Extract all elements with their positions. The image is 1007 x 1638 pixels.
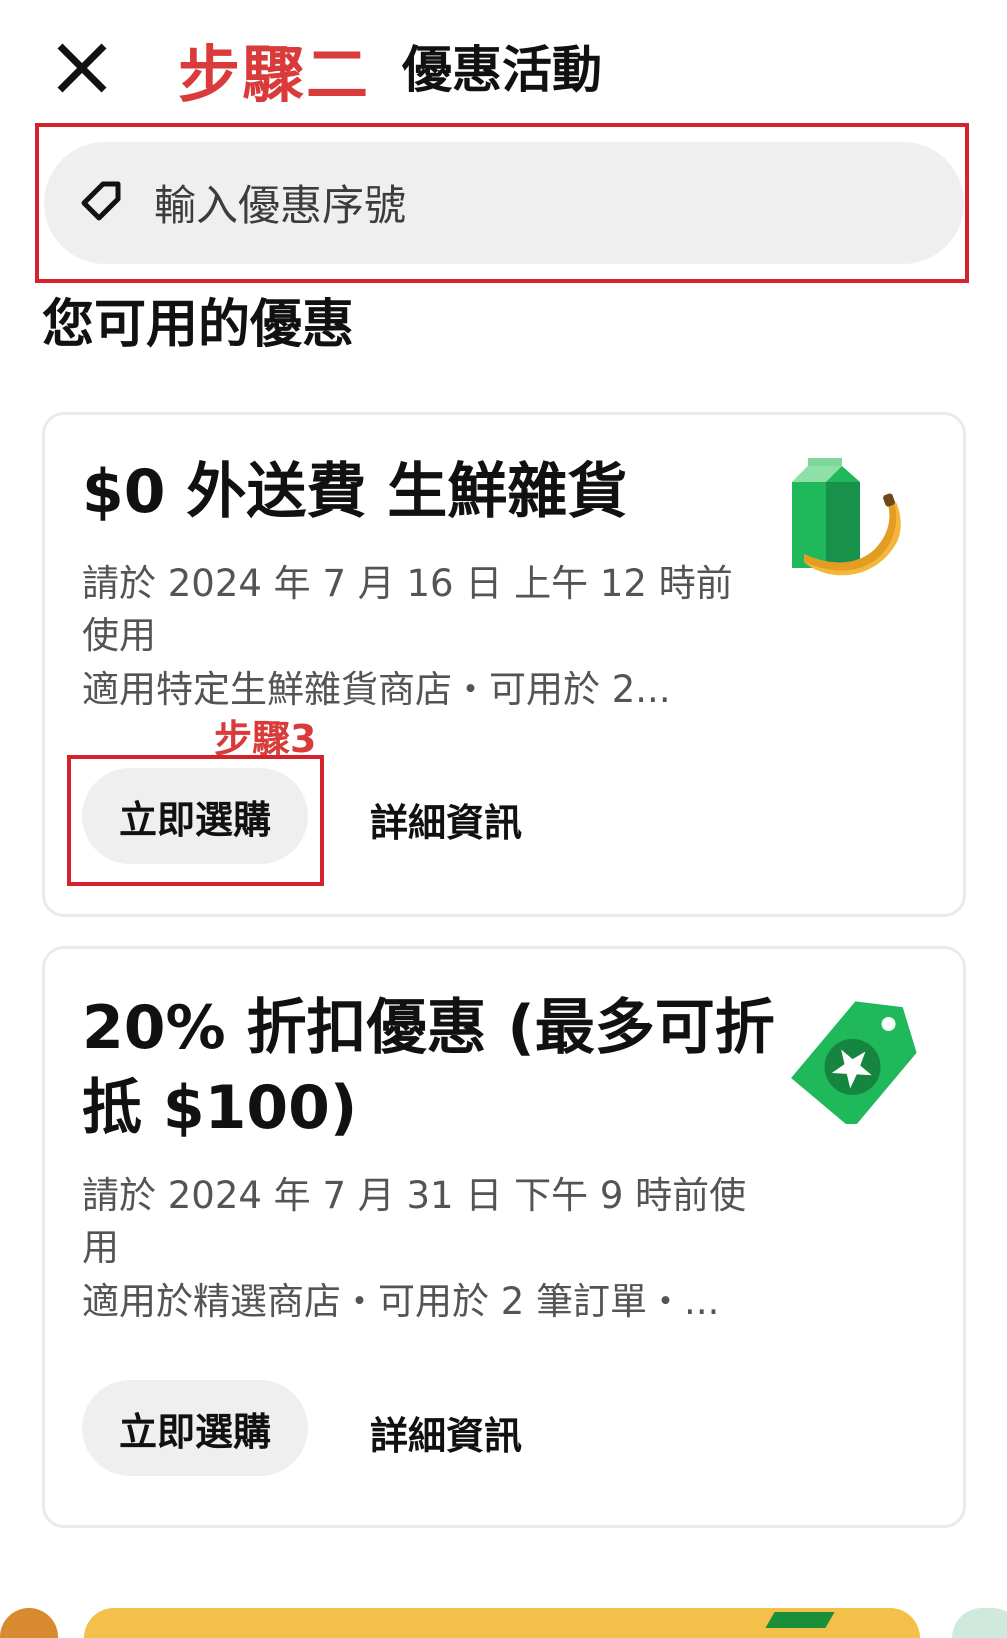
- page-title: 優惠活動: [402, 41, 602, 99]
- carousel-item-decoration: [765, 1612, 835, 1628]
- details-link[interactable]: 詳細資訊: [370, 1405, 522, 1460]
- offer-expiry: 請於 2024 年 7 月 31 日 下午 9 時前使用: [82, 1174, 747, 1269]
- details-link[interactable]: 詳細資訊: [370, 792, 522, 847]
- offer-terms: 適用於精選商店・可用於 2 筆訂單・...: [82, 1280, 720, 1323]
- offer-title: 20% 折扣優惠 (最多可折抵 $100): [82, 993, 775, 1143]
- shop-now-button[interactable]: 立即選購: [82, 1380, 308, 1476]
- offer-expiry: 請於 2024 年 7 月 16 日 上午 12 時前使用: [82, 562, 733, 657]
- step-two-annotation: 步驟二: [178, 38, 371, 111]
- offer-title: $0 外送費 生鮮雜貨: [82, 457, 628, 527]
- offer-terms: 適用特定生鮮雜貨商店・可用於 2...: [82, 668, 671, 711]
- close-icon[interactable]: [52, 38, 112, 98]
- step-three-highlight-box: [67, 755, 324, 886]
- step-two-highlight-box: [35, 123, 969, 283]
- available-offers-heading: 您可用的優惠: [42, 295, 355, 355]
- grocery-milk-banana-icon: [792, 458, 901, 576]
- star-tag-icon: [791, 1001, 917, 1124]
- carousel-item-partial[interactable]: [0, 1608, 58, 1638]
- carousel-item-partial[interactable]: [952, 1608, 1007, 1638]
